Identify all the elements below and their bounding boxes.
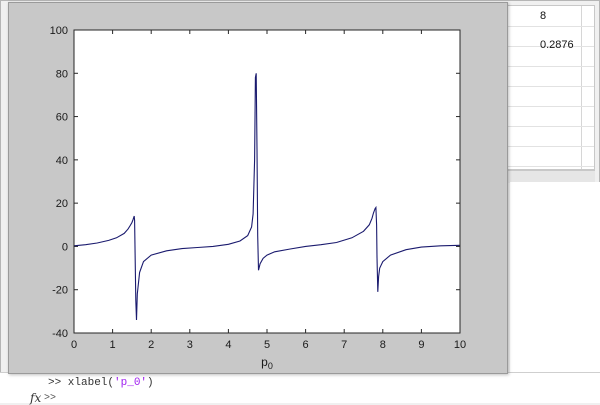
workspace-table: 8 0.2876 <box>505 5 595 170</box>
plot-area <box>74 30 460 333</box>
workspace-row[interactable] <box>506 6 594 27</box>
x-tick-label: 0 <box>71 339 77 351</box>
command-history-line: >> xlabel('p_0') <box>48 377 154 389</box>
x-tick-label: 4 <box>225 339 231 351</box>
y-tick-label: 80 <box>56 68 68 80</box>
x-tick-label: 5 <box>264 339 270 351</box>
side-panel <box>510 182 600 372</box>
command-text-end: ) <box>147 377 154 389</box>
workspace-row[interactable] <box>506 126 594 147</box>
y-tick-label: -40 <box>52 328 68 340</box>
workspace-row[interactable] <box>506 146 594 167</box>
command-text: >> xlabel( <box>48 377 115 389</box>
x-tick-label: 6 <box>303 339 309 351</box>
workspace-row[interactable] <box>506 66 594 87</box>
fx-icon[interactable]: fx <box>30 391 41 405</box>
y-tick-label: -20 <box>52 285 68 297</box>
x-tick-label: 1 <box>110 339 116 351</box>
x-tick-label: 7 <box>341 339 347 351</box>
y-tick-label: 100 <box>50 25 68 37</box>
workspace-row[interactable] <box>506 86 594 107</box>
workspace-row[interactable] <box>506 106 594 127</box>
x-tick-label: 10 <box>454 339 466 351</box>
command-window[interactable]: >> xlabel('p_0') fx >> <box>0 372 600 405</box>
x-axis-label-subscript: 0 <box>268 361 273 371</box>
command-prompt: >> <box>44 393 57 404</box>
workspace-value: 8 <box>540 10 547 22</box>
x-tick-label: 8 <box>380 339 386 351</box>
x-axis-label: p0 <box>261 355 273 371</box>
x-tick-label: 9 <box>418 339 424 351</box>
y-tick-label: 20 <box>56 198 68 210</box>
line-chart: 0 1 2 3 4 5 6 7 8 9 10 -40 -20 0 20 40 60 80 100 p0 <box>50 25 466 371</box>
y-tick-label: 60 <box>56 112 68 124</box>
y-tick-label: 40 <box>56 155 68 167</box>
command-string-arg: 'p_0' <box>114 377 148 389</box>
x-tick-label: 2 <box>148 339 154 351</box>
y-tick-label: 0 <box>62 241 68 253</box>
figure-window[interactable]: 0 1 2 3 4 5 6 7 8 9 10 -40 -20 0 20 40 60 80 100 p0 <box>8 2 508 374</box>
workspace-value: 0.2876 <box>540 39 574 51</box>
x-tick-label: 3 <box>187 339 193 351</box>
